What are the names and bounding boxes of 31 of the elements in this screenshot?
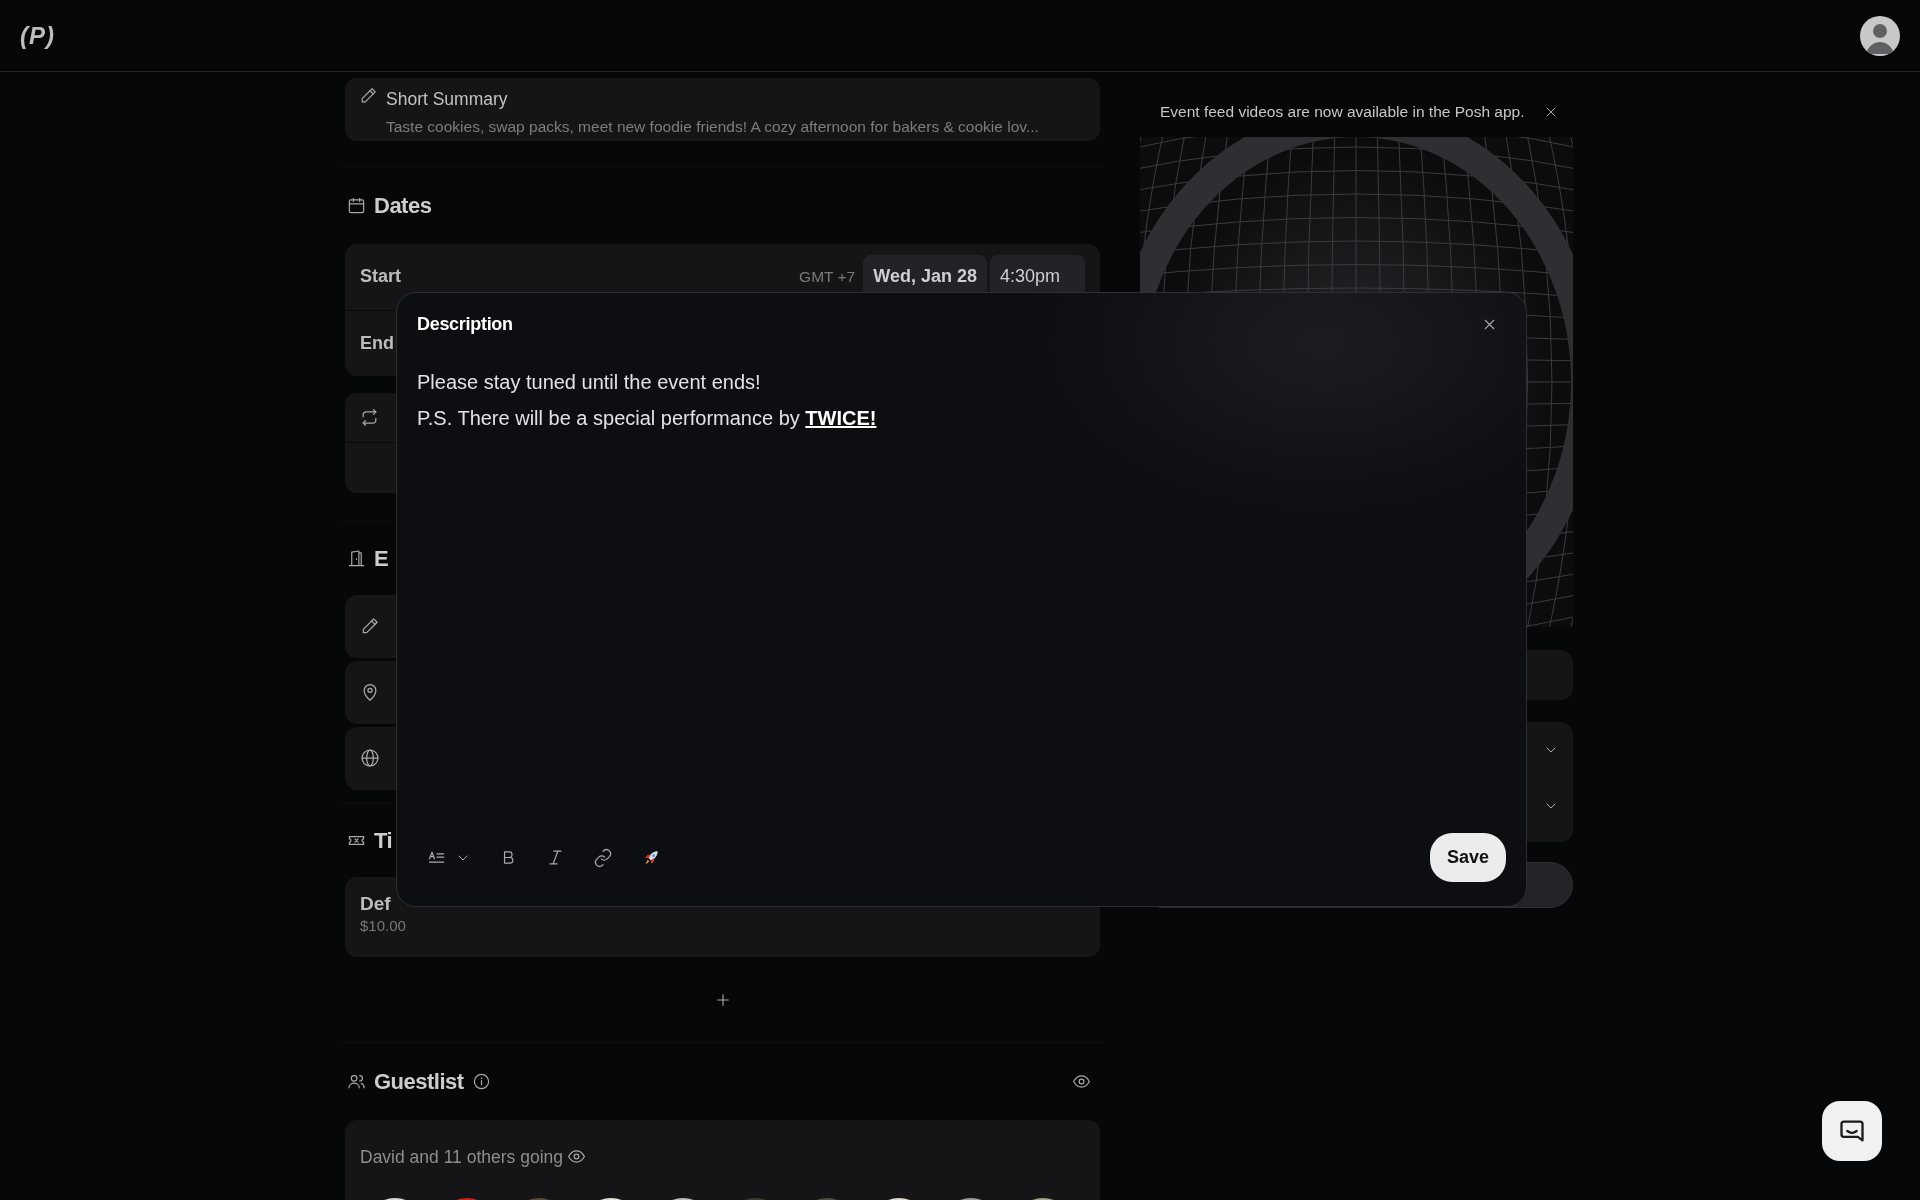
section-title: Guestlist — [374, 1067, 464, 1096]
summary-text: Taste cookies, swap packs, meet new foodie friends! A cozy afternoon for bakers & cookie lov... — [386, 117, 1039, 138]
timezone-label: GMT +7 — [799, 266, 856, 287]
ticket-price: $10.00 — [360, 915, 407, 936]
section-title: Ti — [374, 826, 393, 855]
summary-card[interactable]: Short Summary Taste cookies, swap packs, meet new foodie friends! A cozy afternoon for bakers & cookie lov... — [345, 78, 1100, 141]
description-line: P.S. There will be a special performance by TWICE! — [417, 406, 878, 431]
italic-icon[interactable] — [546, 848, 565, 867]
door-icon — [347, 548, 366, 568]
repeat-icon — [360, 407, 379, 427]
chat-button[interactable] — [1822, 1101, 1882, 1161]
logo[interactable]: (P) — [20, 17, 55, 54]
globe-icon — [360, 748, 380, 768]
save-button[interactable]: Save — [1429, 833, 1506, 882]
dialog-title: Description — [417, 313, 513, 336]
link-icon[interactable] — [593, 847, 613, 868]
pencil-icon — [360, 616, 380, 636]
calendar-icon — [347, 195, 366, 215]
field-label: Short Summary — [386, 88, 509, 111]
section-title: E — [374, 544, 389, 573]
ticket-name: Def — [360, 892, 392, 915]
date-label: End — [360, 331, 394, 355]
info-icon — [471, 1071, 491, 1091]
description-line: Please stay tuned until the event ends! — [417, 370, 762, 395]
pencil-icon — [359, 86, 378, 105]
text-link[interactable]: TWICE! — [805, 407, 877, 429]
notice-text: Event feed videos are now available in the Posh app. — [1160, 102, 1525, 122]
avatar-icon[interactable] — [1860, 15, 1900, 56]
guest-summary: David and 11 others going — [360, 1145, 563, 1169]
date-label: Start — [360, 265, 401, 288]
section-title: Dates — [374, 191, 432, 220]
